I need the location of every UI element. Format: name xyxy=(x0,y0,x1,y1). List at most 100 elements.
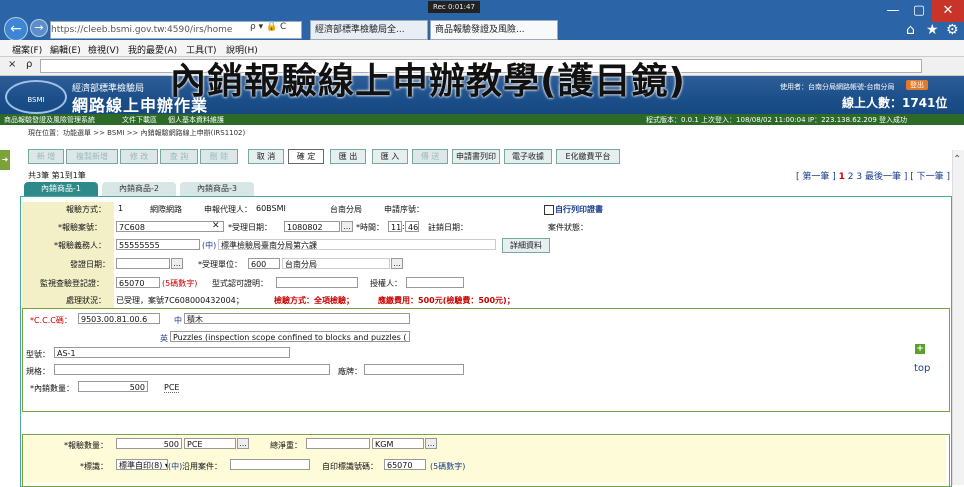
import-button[interactable]: 匯 入 xyxy=(372,149,408,164)
insp-qty-unit[interactable]: PCE xyxy=(184,438,236,449)
top-link[interactable]: top xyxy=(914,363,930,374)
copy-add-button[interactable]: 複製新增 xyxy=(66,149,118,164)
type-cert-input[interactable] xyxy=(276,277,358,288)
favorites-star-icon[interactable]: ★ xyxy=(926,22,939,38)
accept-date-picker-button[interactable]: ... xyxy=(341,221,353,232)
browser-tab-1[interactable]: 經濟部標準檢驗局全... xyxy=(310,20,428,40)
pager-last[interactable]: 最後一筆 ] xyxy=(865,172,907,182)
pager-page-3[interactable]: 3 xyxy=(856,172,862,182)
edit-button[interactable]: 修 改 xyxy=(120,149,158,164)
add-item-icon[interactable]: + xyxy=(915,344,925,354)
maximize-icon[interactable]: ▢ xyxy=(906,0,932,22)
subnav-profile[interactable]: 個人基本資料維護 xyxy=(168,115,224,125)
pager-page-1[interactable]: 1 xyxy=(839,172,845,182)
subnav-system[interactable]: 商品報驗發證及風險管理系統 xyxy=(4,115,95,125)
insp-qty-input[interactable]: 500 xyxy=(116,438,182,449)
app-seq-label: 申請序號： xyxy=(384,205,424,214)
add-button[interactable]: 新 增 xyxy=(28,149,64,164)
home-icon[interactable]: ⌂ xyxy=(906,22,915,38)
ccc-label: *C.C.C碼： xyxy=(30,316,72,325)
export-button[interactable]: 匯 出 xyxy=(330,149,366,164)
tab-product-3[interactable]: 內銷商品-3 xyxy=(180,182,254,196)
tab-product-2[interactable]: 內銷商品-2 xyxy=(102,182,176,196)
e-payment-button[interactable]: E化繳費平台 xyxy=(556,149,620,164)
applicant-label: *報驗義務人： xyxy=(54,241,106,250)
browser-tab-2[interactable]: 商品報驗發證及風險... xyxy=(430,20,558,40)
status-text: 已受理，案號7C608000432004； xyxy=(116,296,244,305)
record-count: 共3筆 第1到1筆 xyxy=(28,171,86,180)
case-no-input[interactable]: 7C608 xyxy=(116,221,224,232)
issue-date-picker-button[interactable]: ... xyxy=(171,258,183,269)
en-name-input[interactable]: Puzzles (inspection scope confined to bl… xyxy=(170,331,410,342)
forward-arrow-icon[interactable]: → xyxy=(30,19,48,37)
reg-input[interactable]: 65070 xyxy=(116,277,160,288)
net-weight-input[interactable] xyxy=(306,438,370,449)
subnav-downloads[interactable]: 文件下載區 xyxy=(122,115,157,125)
breadcrumb: 現在位置：功能選單 >> BSMI >> 內銷報驗網路線上申辦(IRS1102) xyxy=(28,129,246,137)
self-print-checkbox[interactable] xyxy=(544,205,554,215)
apply-case-label: 沿用案件： xyxy=(182,462,222,471)
pager-first[interactable]: [ 第一筆 ] xyxy=(796,172,836,182)
apply-case-input[interactable] xyxy=(230,459,310,470)
pager: [ 第一筆 ] 1 2 3 最後一筆 ] [ 下一筆 ] xyxy=(796,169,950,182)
pager-page-2[interactable]: 2 xyxy=(848,172,854,182)
self-mark-input[interactable]: 65070 xyxy=(384,459,426,470)
back-arrow-icon[interactable]: ← xyxy=(4,17,28,41)
net-unit-picker-button[interactable]: ... xyxy=(425,438,437,449)
menu-edit[interactable]: 編輯(E) xyxy=(50,43,81,56)
confirm-button[interactable]: 確 定 xyxy=(288,149,324,164)
unit-picker-button[interactable]: ... xyxy=(391,258,403,269)
spec-label: 規格： xyxy=(26,367,50,376)
detail-button[interactable]: 詳細資料 xyxy=(502,238,550,253)
model-input[interactable]: AS-1 xyxy=(54,347,290,358)
label-column xyxy=(22,202,114,308)
time-hour-input[interactable]: 11 xyxy=(388,221,402,232)
address-actions[interactable]: ρ ▾ 🔒 C xyxy=(250,22,286,32)
sidebar-toggle-icon[interactable]: ➜ xyxy=(0,150,10,170)
zh-name-label: 中 xyxy=(174,316,182,325)
user-info: 使用者：台南分局網路帳號-台南分局 xyxy=(780,83,895,91)
find-close-icon[interactable]: × xyxy=(8,59,16,70)
mark-code: (中) xyxy=(168,462,183,471)
qty-input[interactable]: 500 xyxy=(78,381,148,392)
qty-label: *內銷數量： xyxy=(30,384,74,393)
mark-select[interactable]: 標準自印(8) ▾ xyxy=(116,459,168,470)
query-button[interactable]: 查 詢 xyxy=(160,149,198,164)
net-weight-unit[interactable]: KGM xyxy=(372,438,424,449)
online-count: 線上人數：1741位 xyxy=(842,96,948,110)
brand-label: 廠牌： xyxy=(338,367,362,376)
time-minute-input[interactable]: 46 xyxy=(405,221,419,232)
vertical-scrollbar[interactable] xyxy=(952,150,964,485)
video-overlay-title: 內銷報驗線上申辦教學(護目鏡) xyxy=(170,61,686,102)
settings-gear-icon[interactable]: ⚙ xyxy=(946,22,959,38)
scroll-up-icon[interactable]: ⌃ xyxy=(953,154,961,165)
spec-input[interactable] xyxy=(54,364,330,375)
issue-date-input[interactable] xyxy=(116,258,170,269)
accept-date-input[interactable]: 1080802 xyxy=(284,221,340,232)
menu-view[interactable]: 檢視(V) xyxy=(88,43,119,56)
unit-code-input[interactable]: 600 xyxy=(248,258,280,269)
close-window-icon[interactable]: ✕ xyxy=(932,0,964,22)
logout-button[interactable]: 登出 xyxy=(906,80,928,90)
print-application-button[interactable]: 申請書列印 xyxy=(452,149,500,164)
unit-label: *受理單位： xyxy=(198,260,242,269)
tab-product-1[interactable]: 內銷商品-1 xyxy=(24,182,98,196)
minimize-icon[interactable]: — xyxy=(880,0,906,22)
applicant-id-input[interactable]: 55555555 xyxy=(116,239,200,250)
menu-file[interactable]: 檔案(F) xyxy=(12,43,42,56)
ccc-input[interactable]: 9503.00.81.00.6 xyxy=(78,313,160,324)
cancel-button[interactable]: 取 消 xyxy=(248,149,284,164)
send-button[interactable]: 傳 送 xyxy=(412,149,448,164)
zh-name-input[interactable]: 積木 xyxy=(184,313,410,324)
url-text: https://cleeb.bsmi.gov.tw:4590/irs/home xyxy=(51,25,233,35)
insp-unit-picker-button[interactable]: ... xyxy=(237,438,249,449)
mark-label: *標識： xyxy=(80,462,108,471)
brand-input[interactable] xyxy=(364,364,464,375)
authorizer-input[interactable] xyxy=(406,277,464,288)
clear-icon[interactable]: ✕ xyxy=(212,221,220,231)
applicant-prefix: (中) xyxy=(202,241,217,250)
net-weight-label: 總淨重： xyxy=(270,441,302,450)
pager-next[interactable]: [ 下一筆 ] xyxy=(910,172,950,182)
delete-button[interactable]: 刪 除 xyxy=(200,149,238,164)
e-receipt-button[interactable]: 電子收據 xyxy=(504,149,552,164)
